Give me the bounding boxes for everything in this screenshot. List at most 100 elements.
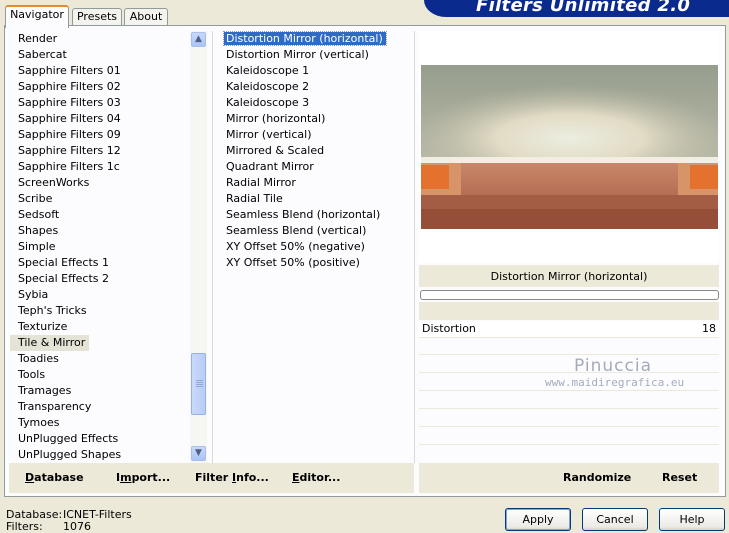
category-item[interactable]: Render <box>10 31 190 47</box>
category-label: Tools <box>18 368 46 381</box>
filter-info-button[interactable]: Filter Info... <box>195 471 269 484</box>
category-label: Tile & Mirror <box>10 335 90 351</box>
category-item[interactable]: Tymoes <box>10 415 190 431</box>
tab-navigator[interactable]: Navigator <box>5 5 69 28</box>
filter-label: Radial Mirror <box>226 176 296 189</box>
filter-item[interactable]: Quadrant Mirror <box>220 159 410 175</box>
category-item[interactable]: Sabercat <box>10 47 190 63</box>
filters-count-label: Filters: <box>6 520 43 533</box>
category-label: Sapphire Filters 04 <box>18 112 121 125</box>
filter-item[interactable]: Radial Mirror <box>220 175 410 191</box>
category-item[interactable]: Tramages <box>10 383 190 399</box>
filter-title-bar: Distortion Mirror (horizontal) <box>419 265 719 287</box>
filter-label: XY Offset 50% (positive) <box>226 256 360 269</box>
category-item[interactable]: Special Effects 1 <box>10 255 190 271</box>
filter-label: Quadrant Mirror <box>226 160 314 173</box>
category-item[interactable]: Scribe <box>10 191 190 207</box>
category-label: Sabercat <box>18 48 67 61</box>
tab-presets[interactable]: Presets <box>72 8 122 26</box>
filter-label: Seamless Blend (horizontal) <box>226 208 381 221</box>
filter-item[interactable]: Mirrored & Scaled <box>220 143 410 159</box>
filter-label: Distortion Mirror (vertical) <box>226 48 369 61</box>
category-item[interactable]: Sapphire Filters 1c <box>10 159 190 175</box>
parameter-separator <box>419 426 719 427</box>
watermark-title: Pinuccia <box>574 356 652 376</box>
scroll-up-button[interactable]: ▲ <box>191 32 206 47</box>
category-label: Sapphire Filters 03 <box>18 96 121 109</box>
category-label: Sapphire Filters 09 <box>18 128 121 141</box>
filter-item[interactable]: Distortion Mirror (horizontal) <box>220 31 410 47</box>
filter-item[interactable]: Distortion Mirror (vertical) <box>220 47 410 63</box>
filter-item[interactable]: Seamless Blend (vertical) <box>220 223 410 239</box>
database-button[interactable]: Database <box>25 471 84 484</box>
parameter-row-distortion[interactable]: Distortion 18 <box>419 321 719 337</box>
category-item[interactable]: Shapes <box>10 223 190 239</box>
filter-item[interactable]: Kaleidoscope 3 <box>220 95 410 111</box>
filter-item[interactable]: Mirror (vertical) <box>220 127 410 143</box>
category-item[interactable]: Sapphire Filters 03 <box>10 95 190 111</box>
filter-label: Seamless Blend (vertical) <box>226 224 367 237</box>
category-item[interactable]: UnPlugged Effects <box>10 431 190 447</box>
category-item[interactable]: Sapphire Filters 04 <box>10 111 190 127</box>
category-item[interactable]: Simple <box>10 239 190 255</box>
category-label: Sybia <box>18 288 49 301</box>
category-item[interactable]: Special Effects 2 <box>10 271 190 287</box>
category-label: Special Effects 2 <box>18 272 110 285</box>
category-list[interactable]: Render Sabercat Sapphire Filters 01 Sapphir… <box>10 31 190 463</box>
cancel-button[interactable]: Cancel <box>582 508 648 531</box>
chevron-down-icon: ▼ <box>195 448 202 458</box>
filter-item[interactable]: Kaleidoscope 1 <box>220 63 410 79</box>
filter-item[interactable]: Mirror (horizontal) <box>220 111 410 127</box>
scroll-down-button[interactable]: ▼ <box>191 446 206 461</box>
randomize-button[interactable]: Randomize <box>563 471 631 484</box>
preview-image[interactable] <box>421 65 718 229</box>
parameter-value[interactable]: 18 <box>702 322 716 335</box>
category-item[interactable]: Transparency <box>10 399 190 415</box>
filter-item[interactable]: Radial Tile <box>220 191 410 207</box>
category-label: UnPlugged Effects <box>18 432 119 445</box>
parameter-separator <box>419 408 719 409</box>
category-item[interactable]: Sapphire Filters 02 <box>10 79 190 95</box>
category-label: UnPlugged Shapes <box>18 448 122 461</box>
parameter-label: Distortion <box>422 322 476 335</box>
filter-item[interactable]: XY Offset 50% (negative) <box>220 239 410 255</box>
filter-item[interactable]: XY Offset 50% (positive) <box>220 255 410 271</box>
category-scrollbar[interactable]: ▲ ▼ <box>190 31 207 463</box>
chevron-up-icon: ▲ <box>195 34 202 44</box>
filter-label: Kaleidoscope 2 <box>226 80 310 93</box>
category-label: Teph's Tricks <box>18 304 87 317</box>
filter-item[interactable]: Seamless Blend (horizontal) <box>220 207 410 223</box>
category-label: Sapphire Filters 01 <box>18 64 121 77</box>
editor-button[interactable]: Editor... <box>292 471 340 484</box>
scroll-thumb[interactable] <box>191 353 206 415</box>
category-item[interactable]: Tile & Mirror <box>10 335 190 351</box>
category-item[interactable]: Sybia <box>10 287 190 303</box>
filter-list[interactable]: Distortion Mirror (horizontal) Distortion… <box>220 31 410 463</box>
category-item[interactable]: Texturize <box>10 319 190 335</box>
import-button[interactable]: Import... <box>116 471 170 484</box>
category-label: ScreenWorks <box>18 176 90 189</box>
category-item[interactable]: Toadies <box>10 351 190 367</box>
filter-label: Distortion Mirror (horizontal) <box>223 31 387 46</box>
category-item[interactable]: Tools <box>10 367 190 383</box>
category-item[interactable]: Sapphire Filters 09 <box>10 127 190 143</box>
filter-label: Mirrored & Scaled <box>226 144 325 157</box>
category-item[interactable]: Sapphire Filters 12 <box>10 143 190 159</box>
parameter-separator <box>419 354 719 355</box>
tab-about[interactable]: About <box>124 8 168 26</box>
category-label: Sapphire Filters 12 <box>18 144 121 157</box>
help-button[interactable]: Help <box>659 508 725 531</box>
category-label: Texturize <box>18 320 68 333</box>
category-item[interactable]: Sapphire Filters 01 <box>10 63 190 79</box>
category-item[interactable]: ScreenWorks <box>10 175 190 191</box>
category-label: Simple <box>18 240 56 253</box>
category-item[interactable]: Teph's Tricks <box>10 303 190 319</box>
category-label: Scribe <box>18 192 53 205</box>
category-item[interactable]: Sedsoft <box>10 207 190 223</box>
reset-button[interactable]: Reset <box>662 471 697 484</box>
filter-item[interactable]: Kaleidoscope 2 <box>220 79 410 95</box>
category-item[interactable]: UnPlugged Shapes <box>10 447 190 463</box>
apply-button[interactable]: Apply <box>505 508 571 531</box>
category-label: Sedsoft <box>18 208 60 221</box>
grip-line <box>196 380 203 381</box>
